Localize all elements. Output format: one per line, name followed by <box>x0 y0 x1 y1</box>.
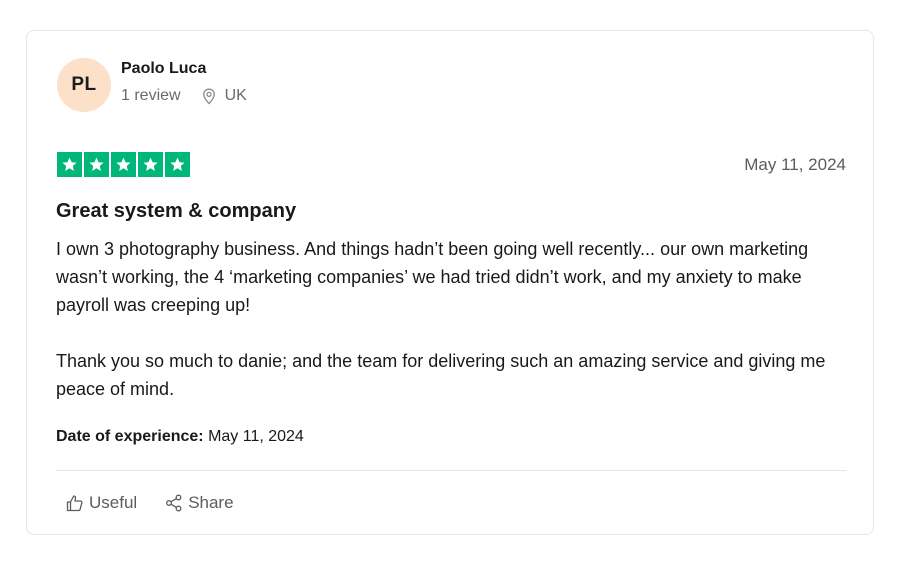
thumbs-up-icon <box>66 495 83 512</box>
divider <box>56 470 846 471</box>
review-actions: Useful Share <box>66 493 234 513</box>
location-pin-icon <box>202 88 215 105</box>
review-title: Great system & company <box>56 200 297 222</box>
reviewer-name[interactable]: Paolo Luca <box>121 60 206 78</box>
review-card: PL Paolo Luca 1 review UK May 11, 2024 G… <box>26 30 874 535</box>
country-label: UK <box>224 87 247 104</box>
review-body: I own 3 photography business. And things… <box>56 235 846 403</box>
share-icon <box>166 494 182 512</box>
date-of-experience: Date of experience: May 11, 2024 <box>56 428 304 446</box>
star-icon <box>138 152 163 177</box>
useful-button[interactable]: Useful <box>66 493 137 513</box>
star-icon <box>111 152 136 177</box>
avatar-initials: PL <box>71 74 97 95</box>
avatar[interactable]: PL <box>57 58 111 112</box>
star-icon <box>57 152 82 177</box>
share-button[interactable]: Share <box>165 493 234 513</box>
experience-label: Date of experience: <box>56 428 204 445</box>
review-date: May 11, 2024 <box>744 155 846 174</box>
star-icon <box>84 152 109 177</box>
star-icon <box>165 152 190 177</box>
review-paragraph: Thank you so much to danie; and the team… <box>56 351 826 399</box>
reviewer-location: UK <box>201 87 247 105</box>
reviewer-meta: 1 review UK <box>121 87 247 105</box>
review-paragraph: I own 3 photography business. And things… <box>56 239 809 315</box>
share-label: Share <box>188 493 234 512</box>
review-count: 1 review <box>121 87 181 104</box>
star-rating <box>57 152 190 177</box>
experience-date: May 11, 2024 <box>208 428 304 445</box>
useful-label: Useful <box>89 493 138 512</box>
